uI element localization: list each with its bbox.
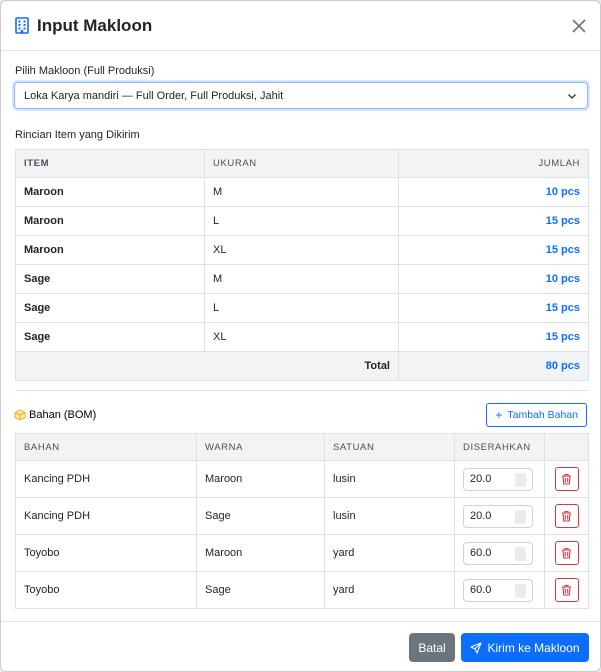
section-divider bbox=[15, 390, 589, 391]
diserahkan-value: 20.0 bbox=[470, 473, 492, 485]
makloon-select-value: Loka Karya mandiri — Full Order, Full Pr… bbox=[24, 89, 284, 102]
diserahkan-input[interactable]: 20.0 bbox=[463, 467, 533, 491]
table-row: Kancing PDH Sage lusin 20.0 bbox=[15, 497, 589, 535]
delete-button[interactable] bbox=[554, 467, 579, 491]
item-name: Maroon bbox=[15, 177, 205, 207]
bom-header-bahan: BAHAN bbox=[15, 433, 197, 461]
add-material-button[interactable]: + Tambah Bahan bbox=[486, 403, 587, 427]
table-row: Toyobo Sage yard 60.0 bbox=[15, 571, 589, 609]
item-qty: 15 pcs bbox=[398, 293, 589, 323]
bom-warna: Sage bbox=[196, 497, 325, 535]
chevron-down-icon bbox=[568, 94, 576, 99]
item-qty: 15 pcs bbox=[398, 206, 589, 236]
plus-icon: + bbox=[495, 408, 503, 422]
bom-section-title: Bahan (BOM) bbox=[14, 409, 96, 421]
trash-icon bbox=[562, 547, 571, 559]
send-icon bbox=[470, 641, 483, 654]
bom-title-text: Bahan (BOM) bbox=[29, 409, 97, 421]
item-size: M bbox=[204, 177, 399, 207]
spinner-icon[interactable] bbox=[515, 472, 526, 487]
cancel-button[interactable]: Batal bbox=[409, 633, 455, 662]
bom-header-action bbox=[544, 433, 589, 461]
modal-footer: Batal Kirim ke Makloon bbox=[1, 621, 600, 671]
item-qty: 10 pcs bbox=[398, 264, 589, 294]
bom-warna: Maroon bbox=[196, 460, 325, 498]
item-name: Maroon bbox=[15, 206, 205, 236]
building-icon bbox=[15, 17, 29, 34]
diserahkan-value: 60.0 bbox=[470, 584, 492, 596]
makloon-select[interactable]: Loka Karya mandiri — Full Order, Full Pr… bbox=[14, 82, 588, 109]
spinner-icon[interactable] bbox=[515, 546, 526, 561]
total-value: 80 pcs bbox=[398, 351, 589, 381]
add-material-label: Tambah Bahan bbox=[507, 409, 578, 421]
total-label: Total bbox=[15, 351, 399, 381]
delete-button[interactable] bbox=[554, 541, 579, 565]
bom-bahan: Toyobo bbox=[15, 534, 197, 572]
items-header-row: ITEM UKURAN JUMLAH bbox=[15, 149, 589, 178]
modal-header: Input Makloon bbox=[1, 1, 600, 51]
bom-satuan: lusin bbox=[324, 497, 455, 535]
submit-button[interactable]: Kirim ke Makloon bbox=[461, 633, 589, 662]
table-row: Kancing PDH Maroon lusin 20.0 bbox=[15, 460, 589, 498]
diserahkan-value: 20.0 bbox=[470, 510, 492, 522]
table-row: Maroon XL 15 pcs bbox=[15, 235, 589, 265]
makloon-select-label: Pilih Makloon (Full Produksi) bbox=[15, 65, 155, 77]
items-table: ITEM UKURAN JUMLAH Maroon M 10 pcs Maroo… bbox=[15, 149, 589, 381]
delete-button[interactable] bbox=[554, 578, 579, 602]
bom-satuan: yard bbox=[324, 534, 455, 572]
table-row: Toyobo Maroon yard 60.0 bbox=[15, 534, 589, 572]
items-header-qty: JUMLAH bbox=[398, 149, 589, 178]
item-size: M bbox=[204, 264, 399, 294]
input-makloon-modal: Input Makloon Pilih Makloon (Full Produk… bbox=[0, 0, 601, 672]
items-header-size: UKURAN bbox=[204, 149, 399, 178]
bom-bahan: Kancing PDH bbox=[15, 497, 197, 535]
diserahkan-input[interactable]: 60.0 bbox=[463, 541, 533, 565]
item-size: XL bbox=[204, 235, 399, 265]
table-row: Sage XL 15 pcs bbox=[15, 322, 589, 352]
bom-header-warna: WARNA bbox=[196, 433, 325, 461]
item-name: Sage bbox=[15, 264, 205, 294]
trash-icon bbox=[562, 584, 571, 596]
bom-header-diserahkan: DISERAHKAN bbox=[454, 433, 545, 461]
table-row: Maroon L 15 pcs bbox=[15, 206, 589, 236]
bom-warna: Sage bbox=[196, 571, 325, 609]
table-row: Sage M 10 pcs bbox=[15, 264, 589, 294]
bom-header-satuan: SATUAN bbox=[324, 433, 455, 461]
close-icon[interactable] bbox=[568, 15, 590, 37]
bom-warna: Maroon bbox=[196, 534, 325, 572]
delete-button[interactable] bbox=[554, 504, 579, 528]
diserahkan-value: 60.0 bbox=[470, 547, 492, 559]
items-section-label: Rincian Item yang Dikirim bbox=[15, 129, 140, 141]
item-name: Sage bbox=[15, 293, 205, 323]
spinner-icon[interactable] bbox=[515, 509, 526, 524]
submit-label: Kirim ke Makloon bbox=[487, 640, 580, 655]
item-size: XL bbox=[204, 322, 399, 352]
box-icon bbox=[14, 409, 26, 421]
bom-bahan: Kancing PDH bbox=[15, 460, 197, 498]
items-header-item: ITEM bbox=[15, 149, 205, 178]
bom-bahan: Toyobo bbox=[15, 571, 197, 609]
item-qty: 15 pcs bbox=[398, 235, 589, 265]
table-row: Maroon M 10 pcs bbox=[15, 177, 589, 207]
bom-satuan: yard bbox=[324, 571, 455, 609]
bom-table: BAHAN WARNA SATUAN DISERAHKAN Kancing PD… bbox=[15, 433, 589, 609]
item-size: L bbox=[204, 206, 399, 236]
item-name: Maroon bbox=[15, 235, 205, 265]
bom-satuan: lusin bbox=[324, 460, 455, 498]
diserahkan-input[interactable]: 60.0 bbox=[463, 578, 533, 602]
item-size: L bbox=[204, 293, 399, 323]
table-row: Sage L 15 pcs bbox=[15, 293, 589, 323]
bom-header-row: BAHAN WARNA SATUAN DISERAHKAN bbox=[15, 433, 589, 461]
item-qty: 10 pcs bbox=[398, 177, 589, 207]
spinner-icon[interactable] bbox=[515, 583, 526, 598]
item-qty: 15 pcs bbox=[398, 322, 589, 352]
total-row: Total 80 pcs bbox=[15, 351, 589, 381]
trash-icon bbox=[562, 473, 571, 485]
diserahkan-input[interactable]: 20.0 bbox=[463, 504, 533, 528]
trash-icon bbox=[562, 510, 571, 522]
item-name: Sage bbox=[15, 322, 205, 352]
modal-title: Input Makloon bbox=[37, 15, 153, 35]
